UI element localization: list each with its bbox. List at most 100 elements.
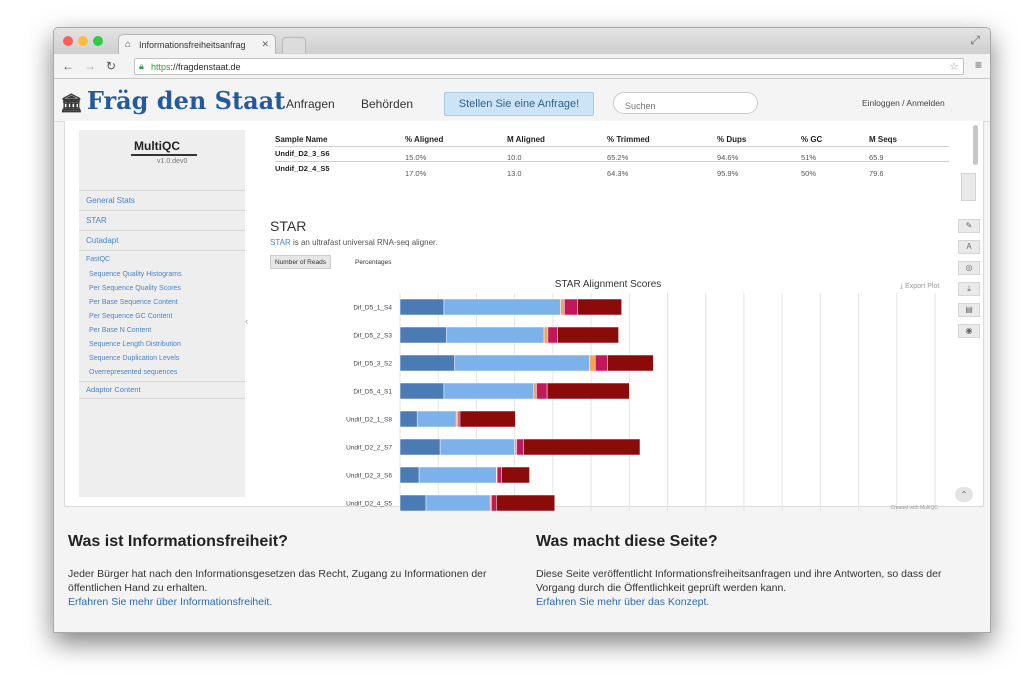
sidebar-subitem[interactable]: Overrepresented sequences xyxy=(89,369,177,376)
back-arrow-icon[interactable]: ← xyxy=(62,59,74,73)
bar-segment xyxy=(547,326,558,344)
table-header[interactable]: M Aligned xyxy=(507,135,545,144)
table-header[interactable]: % Aligned xyxy=(405,135,443,144)
divider xyxy=(79,250,245,251)
bar-segment xyxy=(399,354,455,372)
table-cell: 17.0% xyxy=(405,169,427,178)
bar-segment xyxy=(399,410,418,428)
zoom-window-button[interactable] xyxy=(93,36,103,46)
chart-credit: Created with MultiQC xyxy=(890,505,938,511)
embedded-report: MultiQC v1.0.dev0 General Stats STAR Cut… xyxy=(64,121,985,511)
bar-segment xyxy=(399,466,420,484)
minimize-window-button[interactable] xyxy=(78,36,88,46)
nav-link-behoerden[interactable]: Behörden xyxy=(361,97,413,111)
sidebar-subitem[interactable]: Sequence Length Distribution xyxy=(89,341,181,348)
bar-segment xyxy=(454,354,590,372)
divider xyxy=(79,210,245,211)
bar-segment xyxy=(595,354,608,372)
bar-segment xyxy=(501,466,530,484)
sidebar-subitem[interactable]: Per Sequence GC Content xyxy=(89,313,172,320)
bar-segment xyxy=(399,382,445,400)
table-cell: 13.0 xyxy=(507,169,522,178)
bar-segment xyxy=(607,354,654,372)
table-cell: Undif_D2_4_S5 xyxy=(275,164,330,173)
bar-segment xyxy=(399,298,445,316)
toggle-percentages[interactable]: Percentages xyxy=(350,255,397,269)
tab-title: Informationsfreiheitsanfrag xyxy=(139,40,246,50)
bar-segment xyxy=(560,298,565,316)
scroll-up-button[interactable]: ⌃ xyxy=(955,487,973,502)
login-link[interactable]: Einloggen / Anmelden xyxy=(862,98,945,108)
multiqc-logo[interactable]: MultiQC xyxy=(134,139,180,153)
y-category-label: Dif_D5_1_S4 xyxy=(353,305,392,312)
info-heading-left: Was ist Informationsfreiheit? xyxy=(68,533,288,550)
table-header[interactable]: M Seqs xyxy=(869,135,897,144)
table-header[interactable]: % GC xyxy=(801,135,822,144)
sidebar-item-star[interactable]: STAR xyxy=(86,216,107,225)
sidebar-item-cutadapt[interactable]: Cutadapt xyxy=(86,236,118,245)
y-category-label: Undif_D2_3_S6 xyxy=(346,473,392,480)
sidebar-subitem[interactable]: Per Base Sequence Content xyxy=(89,299,178,306)
learn-more-link[interactable]: Erfahren Sie mehr über Informationsfreih… xyxy=(68,596,272,608)
search-input[interactable] xyxy=(613,92,758,114)
bar-segment xyxy=(443,382,534,400)
bar-segment xyxy=(536,382,548,400)
new-tab-button[interactable] xyxy=(282,37,306,53)
divider xyxy=(275,161,949,162)
browser-tab[interactable]: ⌂ Informationsfreiheitsanfrag ✕ xyxy=(118,34,276,54)
table-header[interactable]: % Trimmed xyxy=(607,135,650,144)
bar-segment xyxy=(496,494,556,511)
fullscreen-icon[interactable]: ⤢ xyxy=(970,33,980,48)
site-header: 🏛︎ Fräg den Staat Anfragen Behörden Stell… xyxy=(54,80,990,122)
bar-segment xyxy=(425,494,491,511)
info-heading-right: Was macht diese Seite? xyxy=(536,533,718,550)
hamburger-menu-icon[interactable]: ≡ xyxy=(975,58,982,72)
nav-link-anfragen[interactable]: Anfragen xyxy=(286,97,335,111)
site-logo[interactable]: 🏛︎ Fräg den Staat xyxy=(60,86,285,115)
section-description: STAR is an ultrafast universal RNA-seq a… xyxy=(270,238,437,247)
bar-segment xyxy=(399,494,427,511)
sidebar-item-general-stats[interactable]: General Stats xyxy=(86,196,135,205)
bar-segment xyxy=(446,326,545,344)
info-body-right: Diese Seite veröffentlicht Informationsf… xyxy=(536,568,942,594)
browser-toolbar: ← → ↻ 🔒︎ https://fragdenstaat.de ☆ ≡ xyxy=(54,54,990,79)
close-window-button[interactable] xyxy=(63,36,73,46)
bar-segment xyxy=(533,382,537,400)
new-request-button[interactable]: Stellen Sie eine Anfrage! xyxy=(444,92,594,116)
tab-close-icon[interactable]: ✕ xyxy=(261,39,269,50)
table-cell: 79.6 xyxy=(869,169,884,178)
sidebar-subitem[interactable]: Per Sequence Quality Scores xyxy=(89,285,181,292)
bar-segment xyxy=(455,410,459,428)
toggle-number-of-reads[interactable]: Number of Reads xyxy=(270,255,331,269)
bar-segment xyxy=(399,326,447,344)
divider xyxy=(79,190,245,191)
address-bar[interactable]: 🔒︎ https://fragdenstaat.de ☆ xyxy=(134,58,964,75)
scrollbar-thumb[interactable] xyxy=(973,125,978,165)
building-favicon-icon: ⌂ xyxy=(125,39,132,50)
bar-segment xyxy=(546,382,630,400)
bookmark-star-icon[interactable]: ☆ xyxy=(949,60,959,73)
sidebar-subitem[interactable]: Sequence Quality Histograms xyxy=(89,271,182,278)
sidebar-item-adapter-content[interactable]: Adaptor Content xyxy=(86,385,141,394)
sidebar-subitem[interactable]: Per Base N Content xyxy=(89,327,151,334)
star-link[interactable]: STAR xyxy=(270,238,291,247)
forward-arrow-icon[interactable]: → xyxy=(84,59,96,73)
multiqc-sidebar: MultiQC v1.0.dev0 General Stats STAR Cut… xyxy=(79,130,245,497)
section-heading-star: STAR xyxy=(270,218,307,234)
sidebar-item-fastqc[interactable]: FastQC xyxy=(86,256,110,263)
scrollbar[interactable] xyxy=(967,121,985,507)
bar-segment xyxy=(516,438,524,456)
sidebar-subitem[interactable]: Sequence Duplication Levels xyxy=(89,355,179,362)
table-cell: 95.9% xyxy=(717,169,739,178)
table-header[interactable]: % Dups xyxy=(717,135,746,144)
bar-segment xyxy=(491,494,497,511)
collapse-sidebar-icon[interactable]: ‹ xyxy=(245,316,248,326)
bar-segment xyxy=(418,466,497,484)
bar-segment xyxy=(514,438,517,456)
bar-segment xyxy=(439,438,515,456)
table-header[interactable]: Sample Name xyxy=(275,135,327,144)
table-cell: 64.3% xyxy=(607,169,629,178)
concept-link[interactable]: Erfahren Sie mehr über das Konzept. xyxy=(536,596,709,608)
y-category-label: Undif_D2_1_S8 xyxy=(346,417,392,424)
reload-icon[interactable]: ↻ xyxy=(106,59,116,73)
